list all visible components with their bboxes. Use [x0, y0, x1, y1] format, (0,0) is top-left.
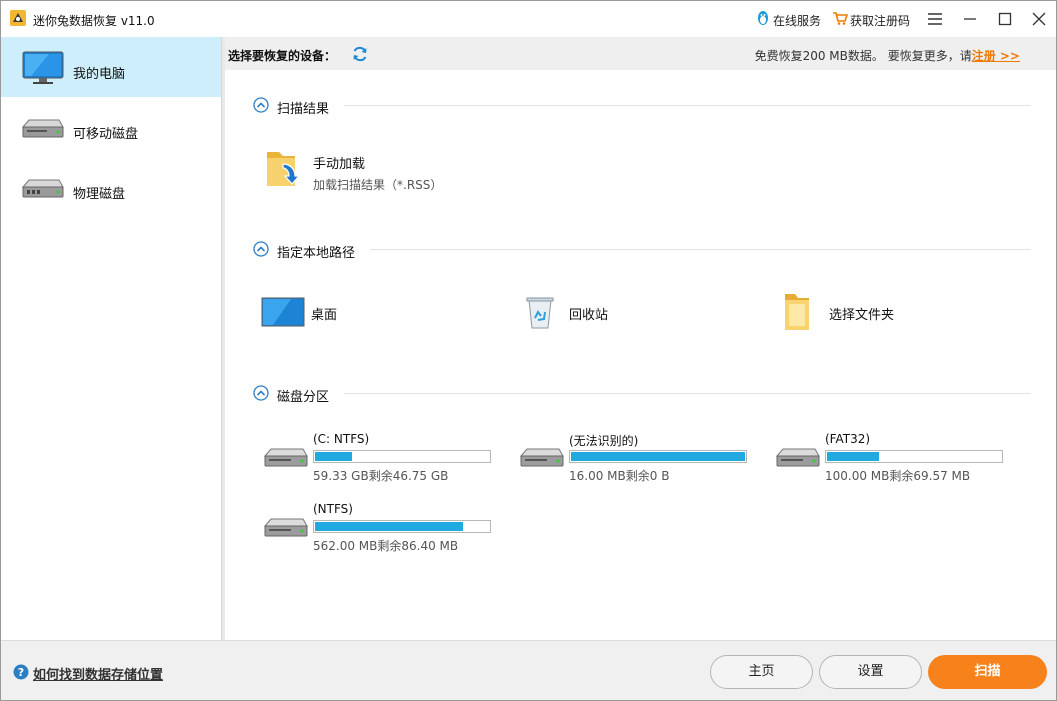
partition-name: (NTFS): [313, 502, 353, 516]
partition-name: (FAT32): [825, 432, 871, 446]
qq-penguin-icon[interactable]: [755, 10, 771, 26]
footer-bar: ? 如何找到数据存储位置 主页 设置 扫描: [1, 640, 1056, 700]
partition-name: (无法识别的): [569, 434, 639, 448]
partition-usage-fill: [827, 452, 879, 461]
physical-disk-icon: [21, 179, 64, 198]
path-item-desktop[interactable]: 桌面: [261, 292, 461, 332]
partition-usage-bar: [313, 450, 491, 463]
title-bar: 迷你兔数据恢复 v11.0 在线服务 获取注册码: [1, 1, 1056, 37]
app-window: 迷你兔数据恢复 v11.0 在线服务 获取注册码 我的电脑 可移动磁盘 物理磁盘…: [0, 0, 1057, 701]
device-header: 选择要恢复的设备： 免费恢复200 MB数据。 要恢复更多，请注册 >>: [225, 37, 1056, 70]
partition-item[interactable]: (FAT32) 100.00 MB剩余69.57 MB: [775, 432, 1015, 492]
path-item-label: 回收站: [569, 308, 609, 323]
register-link[interactable]: 注册 >>: [972, 49, 1020, 63]
app-logo-icon: [10, 10, 26, 26]
path-item-recycle-bin[interactable]: 回收站: [519, 292, 719, 332]
sidebar-item-my-computer[interactable]: 我的电脑: [1, 37, 221, 97]
desktop-icon: [261, 297, 305, 327]
path-item-label: 桌面: [311, 308, 338, 323]
refresh-icon[interactable]: [351, 45, 369, 63]
partition-usage-bar: [825, 450, 1003, 463]
partition-usage-bar: [569, 450, 747, 463]
main-content: 扫描结果 手动加载 加载扫描结果（*.RSS） 指定本地路径 桌面 回收站 选择…: [225, 70, 1056, 640]
scan-button[interactable]: 扫描: [928, 655, 1047, 689]
section-divider: [344, 393, 1031, 394]
sidebar-item-removable-disk[interactable]: 可移动磁盘: [1, 97, 221, 157]
removable-disk-icon: [21, 119, 64, 138]
settings-button[interactable]: 设置: [819, 655, 922, 689]
collapse-up-icon[interactable]: [253, 97, 269, 113]
folder-load-icon[interactable]: [265, 146, 305, 190]
section-local-path: 指定本地路径: [253, 240, 1031, 261]
hard-drive-icon: [775, 448, 820, 467]
hard-drive-icon: [519, 448, 564, 467]
hard-drive-icon: [263, 448, 308, 467]
sidebar-item-label: 我的电脑: [73, 67, 126, 82]
section-scan-results: 扫描结果: [253, 96, 1031, 117]
partition-item[interactable]: (无法识别的) 16.00 MB剩余0 B: [519, 432, 759, 492]
section-divider: [344, 105, 1031, 106]
partition-size-info: 16.00 MB剩余0 B: [569, 469, 670, 483]
partition-size-info: 100.00 MB剩余69.57 MB: [825, 469, 971, 483]
path-item-label: 选择文件夹: [829, 308, 895, 323]
cart-icon[interactable]: [832, 10, 848, 26]
collapse-up-icon[interactable]: [253, 385, 269, 401]
folder-icon: [785, 294, 809, 330]
path-item-select-folder[interactable]: 选择文件夹: [779, 292, 979, 332]
partition-usage-fill: [315, 452, 352, 461]
app-title: 迷你兔数据恢复 v11.0: [33, 14, 155, 28]
manual-load-title[interactable]: 手动加载: [313, 153, 365, 172]
sidebar-item-label: 物理磁盘: [73, 187, 126, 202]
select-device-label: 选择要恢复的设备：: [228, 49, 337, 63]
online-service-link[interactable]: 在线服务: [773, 12, 821, 29]
close-icon[interactable]: [1027, 7, 1051, 31]
maximize-icon[interactable]: [993, 7, 1017, 31]
hard-drive-icon: [263, 518, 308, 537]
section-partitions: 磁盘分区: [253, 384, 1031, 405]
collapse-up-icon[interactable]: [253, 241, 269, 257]
menu-icon[interactable]: [923, 7, 947, 31]
get-registration-code-link[interactable]: 获取注册码: [850, 12, 910, 29]
free-quota-text: 免费恢复200 MB数据。 要恢复更多，请: [754, 49, 972, 63]
section-title: 扫描结果: [277, 102, 330, 117]
monitor-icon: [22, 51, 64, 84]
section-title: 磁盘分区: [277, 390, 330, 405]
partition-usage-fill: [315, 522, 463, 531]
help-icon[interactable]: ?: [13, 664, 29, 680]
section-title: 指定本地路径: [277, 246, 356, 261]
sidebar-item-label: 可移动磁盘: [73, 127, 139, 142]
partition-name: (C: NTFS): [313, 432, 370, 446]
free-quota-notice: 免费恢复200 MB数据。 要恢复更多，请注册 >>: [755, 47, 1020, 64]
device-type-sidebar: 我的电脑 可移动磁盘 物理磁盘: [1, 37, 222, 640]
partition-usage-fill: [571, 452, 745, 461]
partition-item[interactable]: (NTFS) 562.00 MB剩余86.40 MB: [263, 502, 503, 562]
section-divider: [370, 249, 1031, 250]
svg-text:?: ?: [18, 666, 24, 679]
sidebar-item-physical-disk[interactable]: 物理磁盘: [1, 157, 221, 217]
partition-usage-bar: [313, 520, 491, 533]
partition-size-info: 562.00 MB剩余86.40 MB: [313, 539, 459, 553]
home-button[interactable]: 主页: [710, 655, 813, 689]
partition-item[interactable]: (C: NTFS) 59.33 GB剩余46.75 GB: [263, 432, 503, 492]
recycle-bin-icon: [526, 297, 554, 329]
partition-size-info: 59.33 GB剩余46.75 GB: [313, 469, 449, 483]
find-data-location-link[interactable]: 如何找到数据存储位置: [33, 664, 163, 683]
manual-load-subtitle: 加载扫描结果（*.RSS）: [313, 178, 443, 192]
minimize-icon[interactable]: [958, 7, 982, 31]
